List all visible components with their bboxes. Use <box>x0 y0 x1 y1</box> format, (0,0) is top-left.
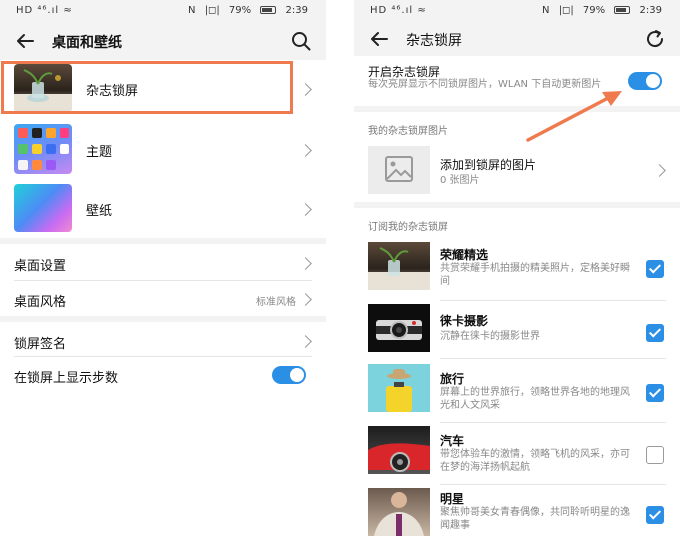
list-item-desktop-style[interactable]: 桌面风格 标准风格 <box>0 280 326 316</box>
suitcase-icon <box>386 369 412 412</box>
subscription-checkbox[interactable] <box>646 446 664 464</box>
empty-area <box>0 394 326 540</box>
picture-placeholder <box>368 146 430 194</box>
app-grid-icon <box>18 128 69 170</box>
search-icon[interactable] <box>290 30 312 52</box>
right-screen: HD ⁴⁶.ıl ≈ N |◻| 79% 2:39 杂志锁屏 开启杂志锁屏 每次… <box>354 0 680 540</box>
car-icon <box>368 443 430 472</box>
subscription-title: 荣耀精选 <box>440 248 489 262</box>
clock: 2:39 <box>285 5 308 16</box>
added-pictures-count: 0 张图片 <box>440 175 480 186</box>
list-item-label: 在锁屏上显示步数 <box>14 371 119 386</box>
glass-plant-icon <box>368 247 430 290</box>
vibrate-icon: |◻| <box>204 5 220 16</box>
subscription-checkbox[interactable] <box>646 506 664 524</box>
subscription-item-leica: 徕卡摄影 沉静在徕卡的摄影世界 <box>354 302 680 358</box>
chevron-right-icon <box>299 203 312 216</box>
list-item-label: 锁屏签名 <box>14 337 67 352</box>
list-item-wallpaper[interactable]: 壁纸 <box>0 182 326 234</box>
celebrity-thumbnail <box>368 488 430 536</box>
subscription-item-celebrity: 明星 聚焦帅哥美女青春偶像，共同聆听明星的逸闻趣事 <box>354 486 680 540</box>
divider <box>440 422 666 423</box>
signal-indicators: HD ⁴⁶.ıl ≈ <box>16 5 73 16</box>
subscription-item-honor: 荣耀精选 共赏荣耀手机拍摄的精美照片，定格美好瞬间 <box>354 238 680 298</box>
subscription-description: 带您体验车的激情，领略飞机的风采，亦可在梦的海洋扬帆起航 <box>440 449 630 473</box>
section-label: 订阅我的杂志锁屏 <box>368 222 448 233</box>
battery-icon <box>260 6 277 14</box>
leica-thumbnail <box>368 304 430 352</box>
back-arrow-icon[interactable] <box>14 30 36 52</box>
car-thumbnail <box>368 426 430 474</box>
travel-thumbnail <box>368 364 430 412</box>
subscription-description: 聚焦帅哥美女青春偶像，共同聆听明星的逸闻趣事 <box>440 507 630 531</box>
subscription-title: 旅行 <box>440 372 465 386</box>
subscription-checkbox[interactable] <box>646 324 664 342</box>
list-item-label: 桌面风格 <box>14 295 67 310</box>
lockscreen-card: 锁屏签名 在锁屏上显示步数 <box>0 322 326 394</box>
person-icon <box>374 492 424 536</box>
my-pictures-card: 我的杂志锁屏图片 添加到锁屏的图片 0 张图片 <box>354 112 680 202</box>
chevron-right-icon <box>299 144 312 157</box>
subscription-description: 沉静在徕卡的摄影世界 <box>440 331 540 342</box>
subscription-item-travel: 旅行 屏幕上的世界旅行，领略世界各地的地理风光和人文风采 <box>354 362 680 422</box>
chevron-right-icon <box>299 335 312 348</box>
camera-icon <box>376 320 422 340</box>
list-item-label: 主题 <box>86 145 113 160</box>
list-item-show-steps: 在锁屏上显示步数 <box>0 356 326 394</box>
section-label: 我的杂志锁屏图片 <box>368 126 448 137</box>
subscriptions-card: 订阅我的杂志锁屏 荣耀精选 共赏荣耀手机拍摄的精美照片，定格美好瞬间 徕卡摄影 … <box>354 208 680 540</box>
subscription-title: 徕卡摄影 <box>440 314 489 328</box>
added-pictures-title: 添加到锁屏的图片 <box>440 158 537 172</box>
status-bar: HD ⁴⁶.ıl ≈ N |◻| 79% 2:39 <box>0 0 326 22</box>
list-item-theme[interactable]: 主题 <box>0 120 326 178</box>
signal-indicators: HD ⁴⁶.ıl ≈ <box>370 5 427 16</box>
battery-percent: 79% <box>228 5 252 16</box>
desktop-settings-card: 桌面设置 桌面风格 标准风格 <box>0 244 326 316</box>
status-bar: HD ⁴⁶.ıl ≈ N |◻| 79% 2:39 <box>354 0 680 22</box>
app-bar: 杂志锁屏 <box>354 22 680 56</box>
divider <box>440 484 666 485</box>
refresh-icon[interactable] <box>644 28 666 50</box>
back-arrow-icon[interactable] <box>368 28 390 50</box>
battery-icon <box>614 6 631 14</box>
divider <box>440 300 666 301</box>
subscription-checkbox[interactable] <box>646 384 664 402</box>
list-item-lockscreen-signature[interactable]: 锁屏签名 <box>0 322 326 356</box>
show-steps-toggle[interactable] <box>272 366 306 384</box>
page-title: 桌面和壁纸 <box>52 35 122 51</box>
chevron-right-icon <box>299 83 312 96</box>
enable-magazine-toggle[interactable] <box>628 72 662 90</box>
subscription-description: 共赏荣耀手机拍摄的精美照片，定格美好瞬间 <box>440 263 630 287</box>
chevron-right-icon <box>653 164 666 177</box>
subscription-checkbox[interactable] <box>646 260 664 278</box>
list-item-label: 桌面设置 <box>14 259 67 274</box>
enable-magazine-card: 开启杂志锁屏 每次亮屏显示不同锁屏图片，WLAN 下自动更新图片 <box>354 56 680 106</box>
clock: 2:39 <box>639 5 662 16</box>
wallpaper-thumbnail <box>14 184 72 232</box>
highlight-box <box>1 61 293 114</box>
nfc-icon: N <box>542 5 550 16</box>
page-title: 杂志锁屏 <box>406 33 462 49</box>
subscription-description: 屏幕上的世界旅行，领略世界各地的地理风光和人文风采 <box>440 387 630 411</box>
image-icon <box>385 156 413 182</box>
enable-description: 每次亮屏显示不同锁屏图片，WLAN 下自动更新图片 <box>368 79 602 90</box>
list-item-added-pictures[interactable]: 添加到锁屏的图片 0 张图片 <box>354 142 680 198</box>
battery-percent: 79% <box>582 5 606 16</box>
subscription-item-car: 汽车 带您体验车的激情，领略飞机的风采，亦可在梦的海洋扬帆起航 <box>354 424 680 484</box>
theme-thumbnail <box>14 124 72 174</box>
list-item-value: 标准风格 <box>256 297 296 308</box>
chevron-right-icon <box>299 293 312 306</box>
list-item-desktop-settings[interactable]: 桌面设置 <box>0 244 326 280</box>
list-item-label: 壁纸 <box>86 204 113 219</box>
honor-thumbnail <box>368 242 430 290</box>
chevron-right-icon <box>299 257 312 270</box>
app-bar: 桌面和壁纸 <box>0 22 326 60</box>
subscription-title: 汽车 <box>440 434 465 448</box>
divider <box>440 358 666 359</box>
subscription-title: 明星 <box>440 492 465 506</box>
vibrate-icon: |◻| <box>558 5 574 16</box>
nfc-icon: N <box>188 5 196 16</box>
